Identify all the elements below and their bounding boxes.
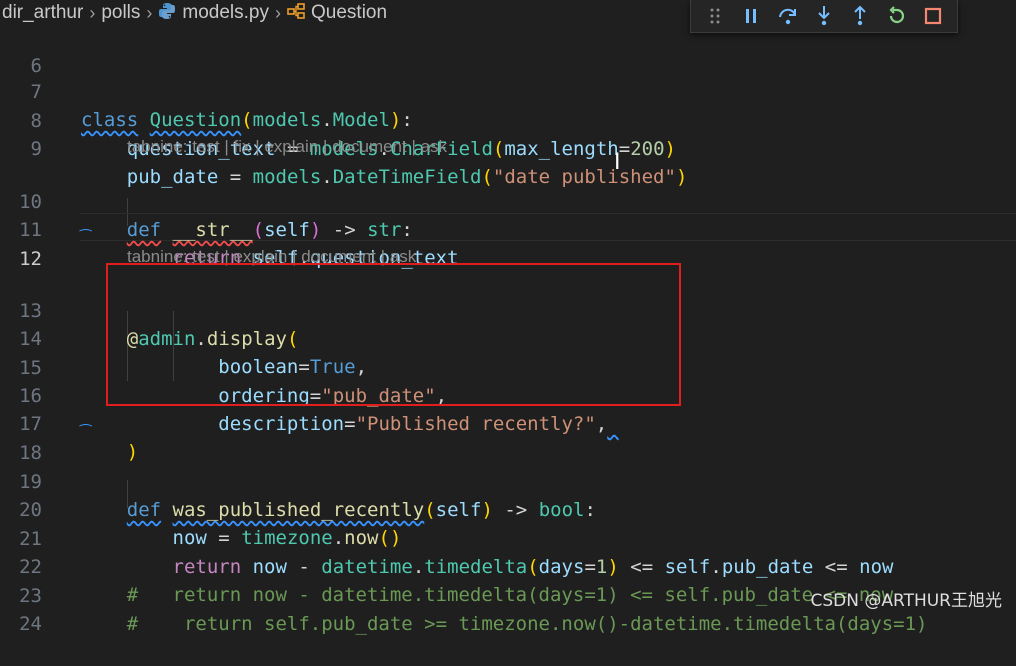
squiggle-marker: ⁀ (80, 230, 92, 246)
breadcrumb-symbol-question[interactable]: Question (311, 2, 387, 24)
chevron-right-icon: › (146, 2, 153, 23)
tabnine-codelens[interactable]: tabnine: test | fix | explain | document… (127, 135, 447, 159)
code-line: 9 pub_date = models.DateTimeField("date … (0, 107, 1016, 188)
code-line: 7 class Question(models.Model): (0, 50, 1016, 131)
code-line: 10 def __str__(self) -> str: (0, 160, 1016, 241)
class-symbol-icon (287, 2, 305, 24)
code-line: 19 def was_published_recently(self) -> b… (0, 440, 1016, 521)
text-cursor-icon: I (614, 150, 621, 175)
code-line: 6 (0, 24, 1016, 77)
breadcrumb-folder-polls[interactable]: polls (101, 2, 140, 24)
breadcrumb-file-models-py[interactable]: models.py (182, 2, 269, 24)
chevron-right-icon: › (89, 2, 96, 23)
code-line: 18 (0, 411, 1016, 464)
line-number: 24 (19, 613, 42, 635)
code-line: 8 question_text = models.CharField(max_l… (0, 79, 1016, 160)
chevron-right-icon: › (275, 2, 282, 23)
breadcrumb-folder-dir-arthur[interactable]: dir_arthur (2, 2, 83, 24)
code-line: 21 return now - datetime.timedelta(days=… (0, 497, 1016, 578)
code-line: 20 now = timezone.now() (0, 468, 1016, 549)
python-file-icon (158, 2, 176, 25)
annotation-highlight-box (106, 263, 681, 406)
watermark: CSDN @ARTHUR王旭光 (810, 591, 1003, 611)
code-line: 22 # return now - datetime.timedelta(day… (0, 525, 1016, 606)
code-line-current: 12 (0, 217, 1016, 270)
code-line: 11 return self.question_text (0, 188, 1016, 269)
code-comment: # return self.pub_date >= timezone.now()… (81, 613, 928, 635)
line-number: 9 (30, 138, 42, 160)
code-line: 23 # return self.pub_date >= timezone.no… (0, 554, 1016, 635)
squiggle-marker: ⁀ (80, 425, 92, 441)
